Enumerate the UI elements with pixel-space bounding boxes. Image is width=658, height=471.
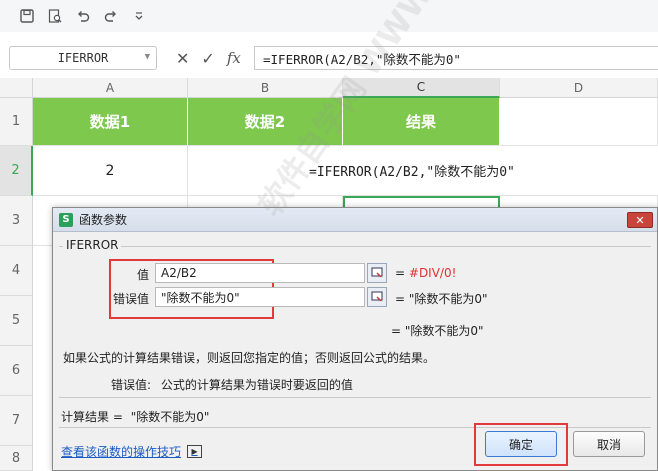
row-header-3[interactable]: 3: [0, 196, 33, 246]
cell-a1[interactable]: 数据1: [33, 98, 188, 146]
error-result: #DIV/0!: [408, 266, 457, 280]
close-icon[interactable]: ✕: [627, 212, 653, 228]
dialog-title-bar[interactable]: S 函数参数: [53, 208, 657, 232]
function-arguments-dialog: S 函数参数 ✕ IFERROR 值 A2/B2 = #DIV/0! 错误值 "…: [52, 207, 658, 471]
column-header-b[interactable]: B: [188, 78, 343, 98]
column-header-c[interactable]: C: [343, 78, 500, 98]
row-header-6[interactable]: 6: [0, 346, 33, 396]
row-header-8[interactable]: 8: [0, 446, 33, 471]
chevron-down-icon[interactable]: ▼: [145, 52, 150, 62]
print-preview-icon[interactable]: [46, 7, 64, 25]
param-desc-label: 错误值:: [111, 378, 152, 392]
video-icon[interactable]: ▶: [187, 445, 203, 458]
function-name-label: IFERROR: [63, 238, 122, 252]
customize-dropdown-icon[interactable]: [130, 7, 148, 25]
param-input-value[interactable]: A2/B2: [155, 263, 365, 283]
undo-icon[interactable]: [74, 7, 92, 25]
name-box-value: IFERROR: [57, 51, 109, 65]
cancel-formula-icon[interactable]: ✕: [176, 49, 189, 68]
row-header-4[interactable]: 4: [0, 246, 33, 296]
formula-input[interactable]: =IFERROR(A2/B2,"除数不能为0": [254, 46, 658, 70]
function-description: 如果公式的计算结果错误，则返回您指定的值；否则返回公式的结果。: [63, 351, 436, 365]
row-header-1[interactable]: 1: [0, 98, 33, 146]
cell-d1[interactable]: [500, 98, 658, 146]
param-result-value: = #DIV/0!: [395, 266, 456, 280]
cell-a2[interactable]: 2: [33, 146, 188, 196]
collapse-dialog-icon[interactable]: [367, 287, 387, 307]
calc-result: 计算结果 = "除数不能为0": [61, 408, 209, 425]
column-header-d[interactable]: D: [500, 78, 658, 98]
insert-function-icon[interactable]: fx: [227, 49, 241, 67]
eq-sign: =: [391, 324, 402, 338]
name-box[interactable]: IFERROR ▼: [9, 46, 157, 70]
cell-c2-formula-overflow[interactable]: =IFERROR(A2/B2,"除数不能为0": [188, 146, 658, 196]
redo-icon[interactable]: [102, 7, 120, 25]
param-desc-text: 公式的计算结果为错误时要返回的值: [160, 378, 353, 392]
column-header-a[interactable]: A: [33, 78, 188, 98]
param-input-error-value[interactable]: "除数不能为0": [155, 287, 365, 307]
function-tips-link-text[interactable]: 查看该函数的操作技巧: [61, 443, 181, 460]
eq-sign: =: [395, 266, 406, 280]
param-description: 错误值: 公式的计算结果为错误时要返回的值: [111, 376, 353, 393]
param-label-error-value: 错误值: [112, 292, 149, 306]
formula-bar: IFERROR ▼ ✕ ✓ fx =IFERROR(A2/B2,"除数不能为0": [0, 42, 658, 74]
dialog-title: 函数参数: [79, 213, 128, 227]
cell-c1[interactable]: 结果: [343, 98, 500, 146]
quick-access-toolbar: [0, 0, 658, 32]
divider: [59, 397, 651, 398]
calc-result-label: 计算结果 =: [61, 410, 123, 424]
error-value-result: "除数不能为0": [408, 292, 488, 306]
ok-button[interactable]: 确定: [485, 431, 557, 457]
param-label-value: 值: [136, 268, 149, 282]
eq-sign: =: [395, 292, 406, 306]
param-result-error-value: = "除数不能为0": [395, 290, 488, 307]
row-header-7[interactable]: 7: [0, 396, 33, 446]
function-tips-link[interactable]: 查看该函数的操作技巧 ▶: [61, 443, 203, 460]
overall-preview-result: = "除数不能为0": [391, 322, 484, 339]
row-header-5[interactable]: 5: [0, 296, 33, 346]
row-header-2[interactable]: 2: [0, 146, 33, 196]
calc-result-value: "除数不能为0": [130, 410, 210, 424]
cancel-button[interactable]: 取消: [573, 431, 645, 457]
select-all-corner[interactable]: [0, 78, 33, 98]
collapse-dialog-icon[interactable]: [367, 263, 387, 283]
save-icon[interactable]: [18, 7, 36, 25]
cell-b1[interactable]: 数据2: [188, 98, 343, 146]
overall-result-value: "除数不能为0": [404, 324, 484, 338]
confirm-formula-icon[interactable]: ✓: [201, 49, 214, 68]
app-logo-icon: S: [59, 212, 73, 227]
